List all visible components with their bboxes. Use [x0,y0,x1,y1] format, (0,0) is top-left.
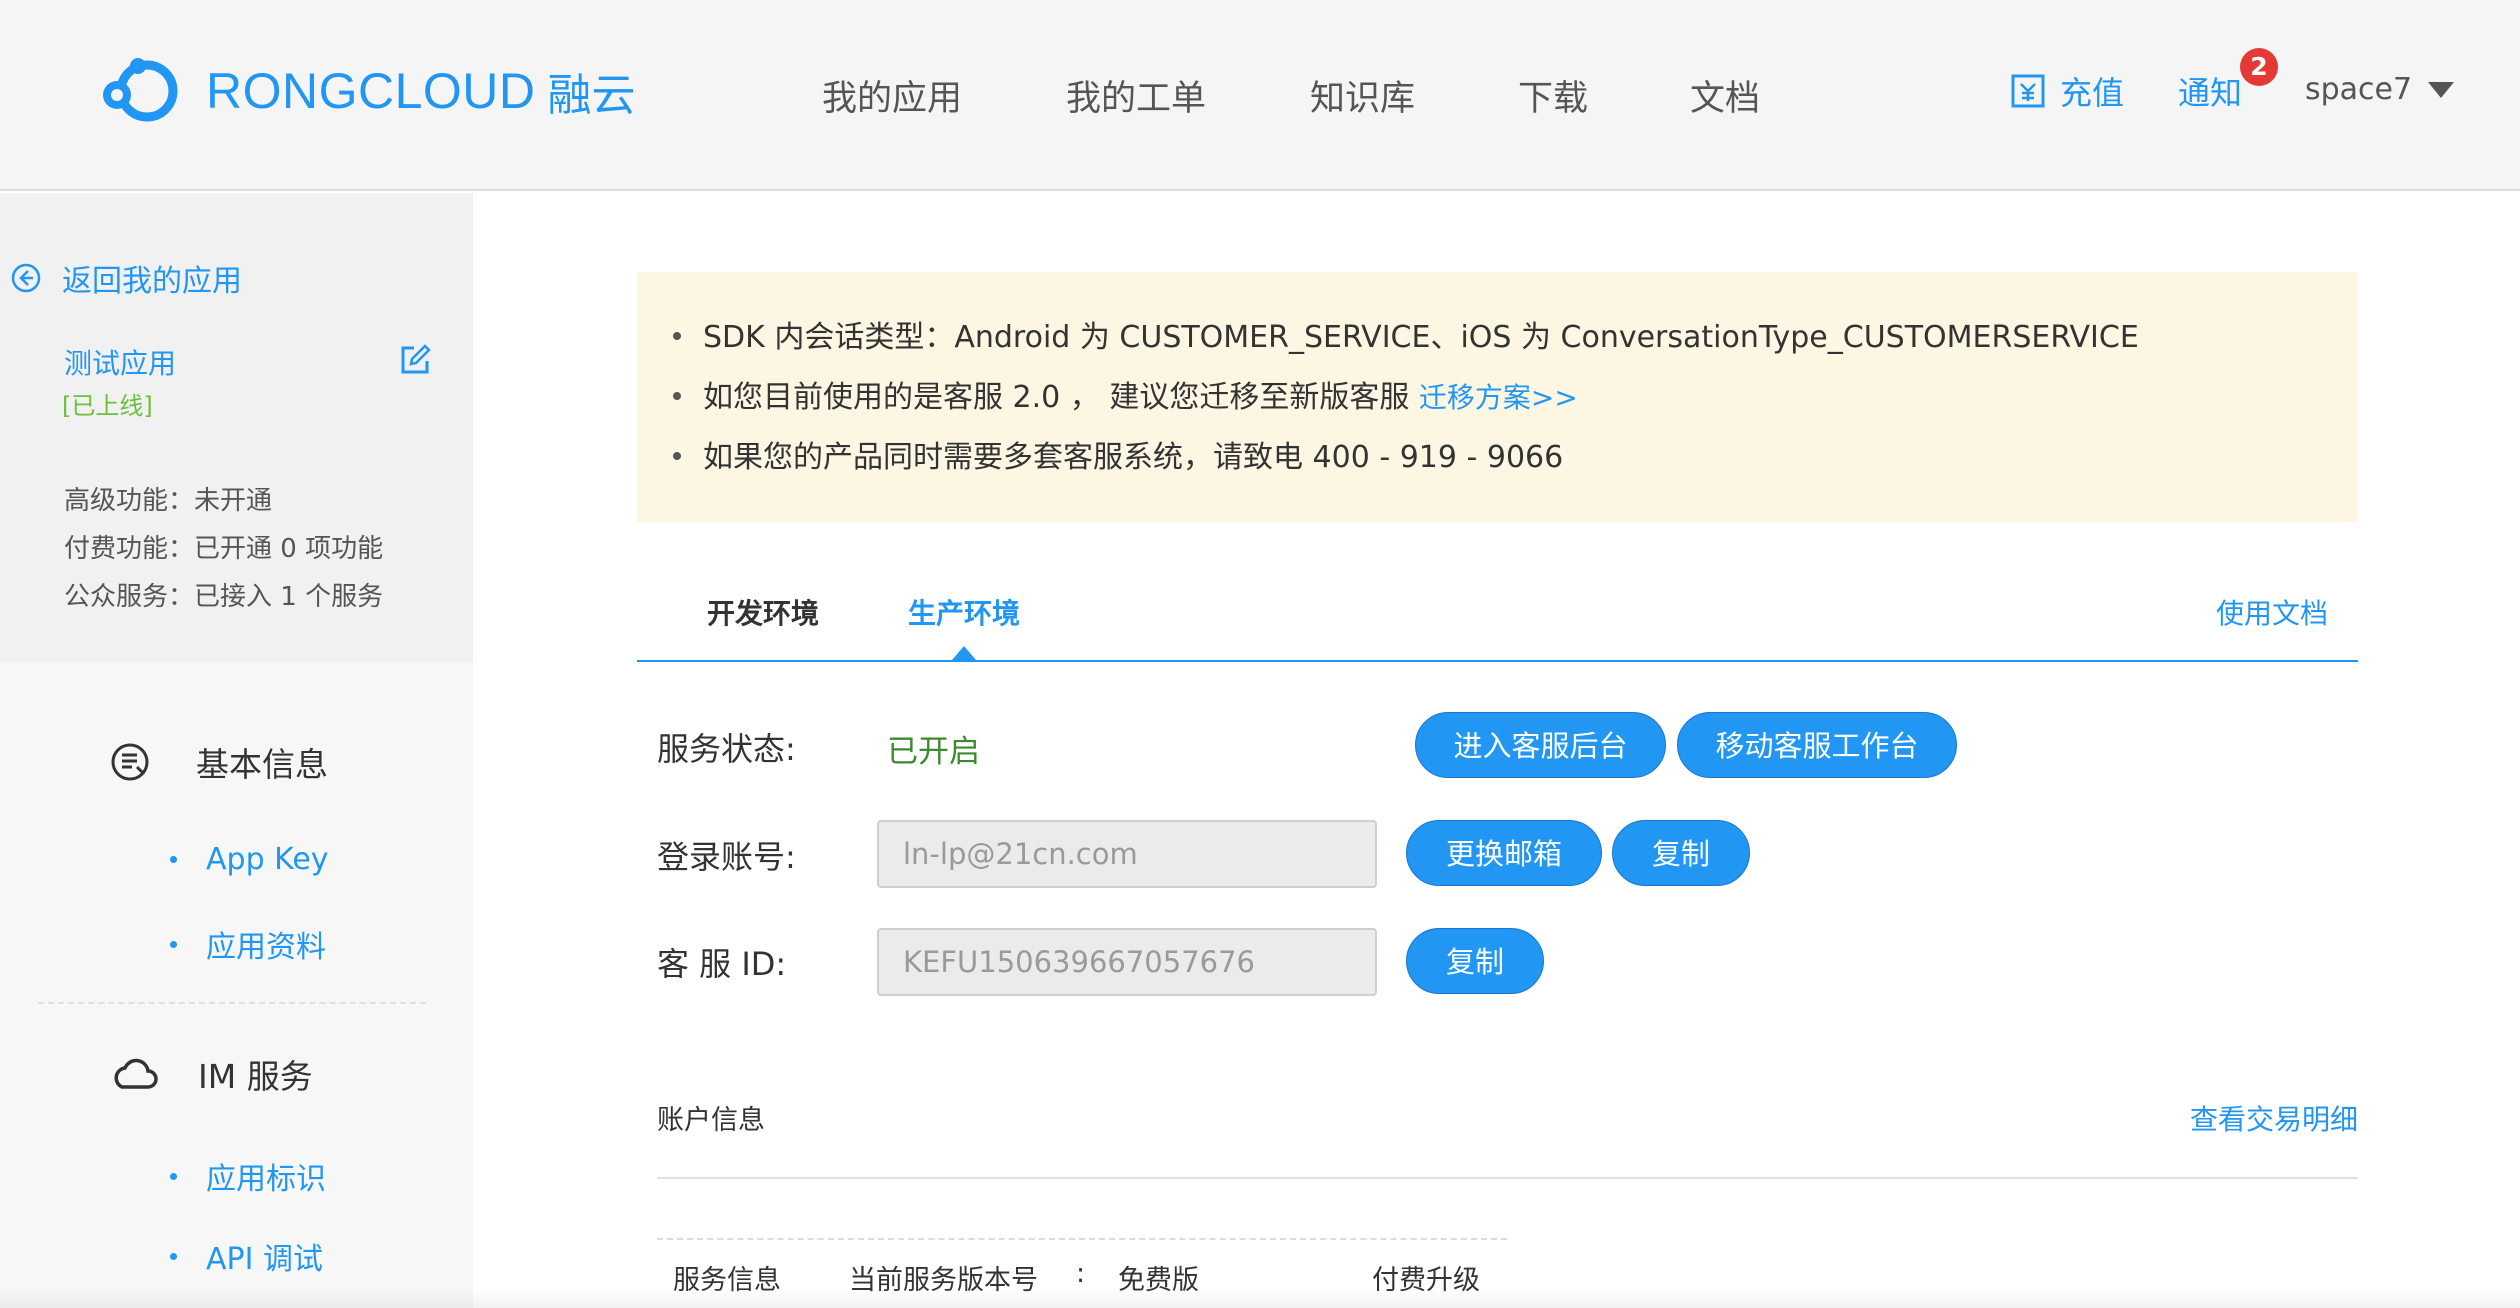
section-divider [657,1177,2358,1179]
notice-migration: 如您目前使用的是客服 2.0 ， 建议您迁移至新版客服 [703,380,1419,415]
sidebar-item-api-debug[interactable]: API 调试 [170,1234,323,1278]
back-label: 返回我的应用 [62,264,242,299]
login-account-label: 登录账号: [657,838,796,876]
section-basic-info[interactable]: 基本信息 [110,738,328,786]
notice-item: 如您目前使用的是客服 2.0 ， 建议您迁移至新版客服 迁移方案>> [673,372,1578,416]
bullet [673,391,681,400]
tab-prod-env[interactable]: 生产环境 [908,592,1020,632]
enter-backend-button[interactable]: 进入客服后台 [1415,712,1666,778]
back-arrow-icon [10,262,42,294]
app-status-badge: [已上线] [62,392,153,420]
public-service-info: 公众服务：已接入 1 个服务 [64,582,384,612]
list-doc-icon [110,741,152,783]
notification-count-badge: 2 [2240,48,2278,86]
logo-text: RONGCLOUD [206,63,536,119]
bullet [673,451,681,460]
sidebar-item-label: API 调试 [206,1242,323,1277]
notice-contact: 如果您的产品同时需要多套客服系统，请致电 400 - 919 - 9066 [703,440,1564,475]
tab-dev-env[interactable]: 开发环境 [707,592,819,632]
bullet [170,1172,177,1180]
nav-download[interactable]: 下载 [1518,70,1588,121]
sidebar-item-app-profile[interactable]: 应用资料 [170,922,326,966]
migration-plan-link[interactable]: 迁移方案>> [1419,381,1578,414]
account-info-title: 账户信息 [657,1105,765,1136]
sidebar-item-label: 应用标识 [206,1162,326,1197]
nav-my-apps[interactable]: 我的应用 [822,70,962,121]
bullet [170,1252,177,1260]
kefu-id-label: 客 服 ID: [657,945,787,983]
notice-item: SDK 内会话类型：Android 为 CUSTOMER_SERVICE、iOS… [673,312,2139,356]
sidebar-item-label: 应用资料 [206,930,326,965]
rongcloud-logo[interactable]: RONGCLOUD 融云 [92,56,636,126]
tab-underline [637,660,2358,662]
bullet [673,331,681,340]
recharge-button[interactable]: 充值 [2010,68,2124,114]
notice-box: SDK 内会话类型：Android 为 CUSTOMER_SERVICE、iOS… [637,272,2358,522]
nav-knowledge-base[interactable]: 知识库 [1310,70,1415,121]
copy-account-button[interactable]: 复制 [1612,820,1750,886]
nav-docs[interactable]: 文档 [1690,70,1760,121]
copy-kefu-id-button[interactable]: 复制 [1406,928,1544,994]
sidebar-divider [38,1002,426,1004]
recharge-label: 充值 [2060,74,2125,112]
cloud-icon [110,1057,158,1091]
logo-cn-text: 融云 [547,70,636,121]
notice-item: 如果您的产品同时需要多套客服系统，请致电 400 - 919 - 9066 [673,432,1563,476]
mobile-workbench-button[interactable]: 移动客服工作台 [1677,712,1957,778]
bullet [170,856,177,863]
advanced-features-info: 高级功能：未开通 [64,486,273,516]
section-im-service-label: IM 服务 [198,1057,313,1096]
bullet [170,940,177,948]
nav-my-tickets[interactable]: 我的工单 [1066,70,1206,121]
notification-link[interactable]: 通知 [2178,68,2242,114]
usage-docs-link[interactable]: 使用文档 [2216,592,2328,632]
kefu-id-field[interactable] [877,928,1377,996]
bottom-shadow [0,1288,2520,1308]
recharge-icon [2010,73,2046,109]
paid-features-info: 付费功能：已开通 0 项功能 [64,534,384,564]
version-colon: : [1076,1258,1086,1289]
sidebar-item-app-key[interactable]: App Key [170,842,329,877]
sidebar-item-app-identifier[interactable]: 应用标识 [170,1154,326,1198]
table-top-border [657,1238,1507,1240]
change-email-button[interactable]: 更换邮箱 [1406,820,1602,886]
service-status-label: 服务状态: [657,730,796,768]
active-tab-indicator [952,646,976,660]
view-transactions-link[interactable]: 查看交易明细 [2190,1098,2358,1138]
section-basic-info-label: 基本信息 [196,745,328,784]
user-menu[interactable]: space7 [2305,72,2455,107]
back-to-apps-link[interactable]: 返回我的应用 [10,256,242,300]
chevron-down-icon [2428,81,2455,98]
login-account-field[interactable] [877,820,1377,888]
username: space7 [2305,72,2413,107]
edit-icon[interactable] [398,343,432,381]
section-im-service[interactable]: IM 服务 [110,1050,313,1098]
notice-sdk-type: SDK 内会话类型：Android 为 CUSTOMER_SERVICE、iOS… [703,320,2139,355]
service-status-value: 已开启 [887,734,980,770]
logo-icon [92,54,188,128]
sidebar-item-label: App Key [206,842,329,877]
app-name[interactable]: 测试应用 [64,342,176,382]
